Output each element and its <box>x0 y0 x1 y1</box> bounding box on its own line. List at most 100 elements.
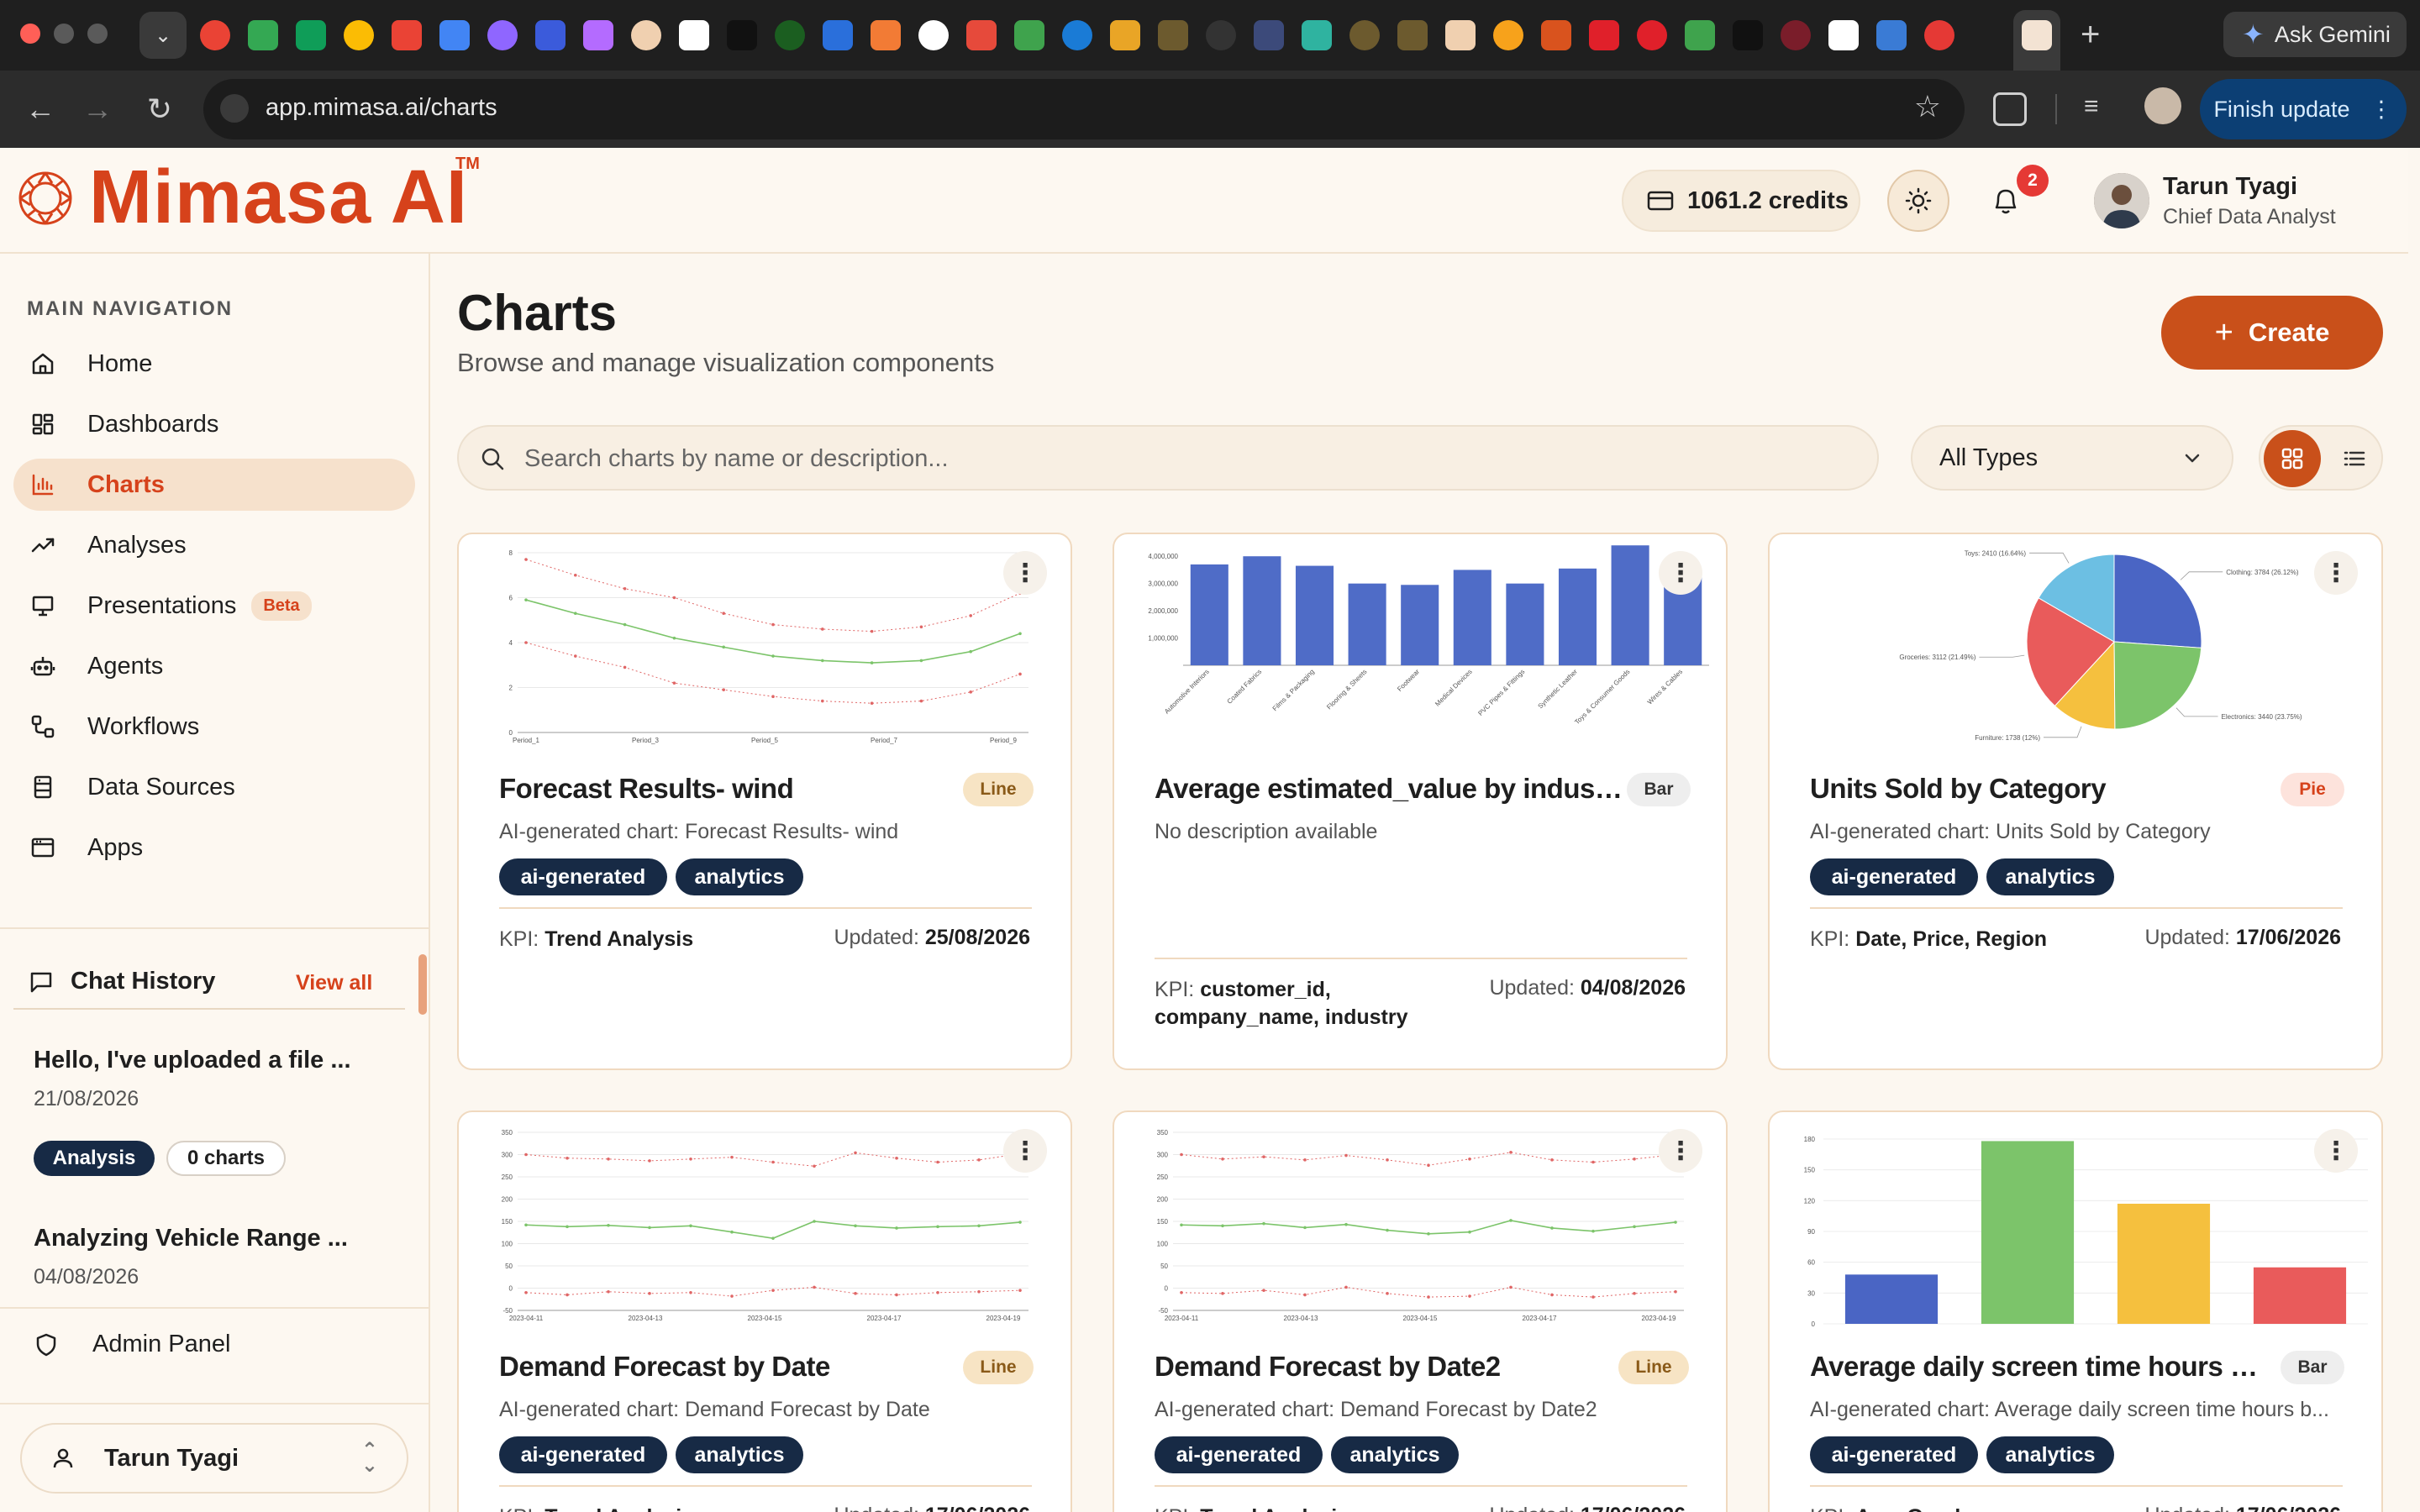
more-options-icon[interactable]: ⋮ <box>1003 551 1047 595</box>
browser-tab-favicon[interactable] <box>1062 20 1092 50</box>
maximize-window-button[interactable] <box>87 24 108 44</box>
url-text[interactable]: app.mimasa.ai/charts <box>266 94 497 122</box>
browser-tab-favicon[interactable] <box>1302 20 1332 50</box>
credits-pill[interactable]: 1061.2 credits <box>1622 170 1860 232</box>
sidebar-scrollbar[interactable] <box>418 954 427 1015</box>
browser-tab-favicon[interactable] <box>1445 20 1476 50</box>
chart-card[interactable]: -50 0 50 100 150 200 250 300 350 2023-04-11 2023-0… <box>457 1110 1072 1512</box>
close-window-button[interactable] <box>20 24 40 44</box>
browser-tab-favicon[interactable] <box>1589 20 1619 50</box>
ask-gemini-button[interactable]: ✦ Ask Gemini <box>2223 12 2407 57</box>
browser-tab-favicon[interactable] <box>248 20 278 50</box>
more-options-icon[interactable]: ⋮ <box>1003 1129 1047 1173</box>
browser-tab-favicon[interactable] <box>1781 20 1811 50</box>
card-title[interactable]: Forecast Results- wind <box>499 773 936 805</box>
browser-tab-favicon[interactable] <box>679 20 709 50</box>
card-title[interactable]: Demand Forecast by Date2 <box>1155 1351 1591 1383</box>
sidebar-item-data-sources[interactable]: Data Sources <box>13 761 415 813</box>
back-arrow-icon[interactable]: ← <box>22 91 59 128</box>
more-options-icon[interactable]: ⋮ <box>2314 551 2358 595</box>
browser-tab-favicon[interactable] <box>535 20 566 50</box>
list-view-button[interactable] <box>2329 430 2380 487</box>
bookmark-star-icon[interactable]: ☆ <box>1914 89 1941 124</box>
browser-tab-favicon[interactable] <box>487 20 518 50</box>
sidebar-item-apps[interactable]: Apps <box>13 822 415 874</box>
user-switcher[interactable]: Tarun Tyagi ⌃ ⌄ <box>20 1423 408 1494</box>
sidebar-item-dashboards[interactable]: Dashboards <box>13 398 415 450</box>
card-title[interactable]: Average estimated_value by industry <box>1155 773 1625 805</box>
browser-tab-favicon[interactable] <box>918 20 949 50</box>
create-chart-button[interactable]: + Create <box>2161 296 2383 370</box>
brand-name[interactable]: Mimasa AI <box>89 155 468 241</box>
minimize-window-button[interactable] <box>54 24 74 44</box>
chart-card[interactable]: 0 30 60 90 120 150 180 ⋮ Average daily screen … <box>1768 1110 2383 1512</box>
browser-tab-favicon[interactable] <box>727 20 757 50</box>
chart-card[interactable]: 1,000,000 2,000,000 3,000,000 4,000,000 Auto… <box>1113 533 1728 1070</box>
sidebar-item-charts[interactable]: Charts <box>13 459 415 511</box>
sidebar-item-analyses[interactable]: Analyses <box>13 519 415 571</box>
browser-tab-favicon[interactable] <box>1876 20 1907 50</box>
browser-tab-favicon[interactable] <box>1637 20 1667 50</box>
browser-tab-favicon[interactable] <box>1206 20 1236 50</box>
browser-tab-favicon[interactable] <box>1014 20 1044 50</box>
type-filter-select[interactable]: All Types <box>1911 425 2233 491</box>
browser-tab-favicon[interactable] <box>439 20 470 50</box>
sidebar-item-home[interactable]: Home <box>13 338 415 390</box>
browser-tab-favicon[interactable] <box>966 20 997 50</box>
extensions-icon[interactable] <box>1993 92 2027 126</box>
grid-view-button[interactable] <box>2264 430 2321 487</box>
browser-tab-favicon[interactable] <box>1397 20 1428 50</box>
browser-tab-favicon[interactable] <box>583 20 613 50</box>
more-options-icon[interactable]: ⋮ <box>1659 551 1702 595</box>
card-title[interactable]: Units Sold by Category <box>1810 773 2247 805</box>
browser-tab-favicon[interactable] <box>1828 20 1859 50</box>
card-title[interactable]: Demand Forecast by Date <box>499 1351 936 1383</box>
reload-icon[interactable]: ↻ <box>141 91 178 128</box>
browser-tab-favicon[interactable] <box>871 20 901 50</box>
browser-tab-favicon[interactable] <box>1254 20 1284 50</box>
new-tab-button[interactable]: + <box>2081 15 2100 54</box>
user-name[interactable]: Tarun Tyagi <box>2163 173 2297 201</box>
plus-icon: + <box>2214 314 2233 350</box>
bar <box>1558 568 1597 665</box>
browser-tab-favicon[interactable] <box>823 20 853 50</box>
chart-card[interactable]: -50 0 50 100 150 200 250 300 350 2023-04-11 2023-0… <box>1113 1110 1728 1512</box>
browser-tab-favicon[interactable] <box>296 20 326 50</box>
browser-tab-favicon[interactable] <box>1685 20 1715 50</box>
chat-item-title[interactable]: Hello, I've uploaded a file ... <box>34 1047 351 1074</box>
browser-tab-favicon[interactable] <box>631 20 661 50</box>
browser-profile-avatar[interactable] <box>2144 87 2181 124</box>
search-input[interactable] <box>524 442 1852 475</box>
browser-tab-favicon[interactable] <box>775 20 805 50</box>
more-options-icon[interactable]: ⋮ <box>2314 1129 2358 1173</box>
slice-leader-line <box>2180 571 2223 580</box>
browser-tab-favicon[interactable] <box>1493 20 1523 50</box>
browser-tab-favicon[interactable] <box>344 20 374 50</box>
more-options-icon[interactable]: ⋮ <box>1659 1129 1702 1173</box>
theme-toggle-button[interactable] <box>1887 170 1949 232</box>
address-bar[interactable]: app.mimasa.ai/charts ☆ <box>203 79 1965 139</box>
browser-tab-favicon[interactable] <box>200 20 230 50</box>
browser-tab-favicon[interactable] <box>1349 20 1380 50</box>
sidebar-item-agents[interactable]: Agents <box>13 640 415 692</box>
site-info-icon[interactable] <box>220 94 249 123</box>
chart-card[interactable]: 0 2 4 6 8 Period_1 Period_3 Period_5 Period_7 Per… <box>457 533 1072 1070</box>
browser-tab-favicon[interactable] <box>1158 20 1188 50</box>
sidebar-item-presentations[interactable]: Presentations Beta <box>13 580 415 632</box>
browser-tab-favicon[interactable] <box>1541 20 1571 50</box>
finish-update-button[interactable]: Finish update ⋮ <box>2200 79 2407 139</box>
chat-item-title[interactable]: Analyzing Vehicle Range ... <box>34 1225 348 1252</box>
chart-card[interactable]: Clothing: 3784 (26.12%) Electronics: 3440… <box>1768 533 2383 1070</box>
browser-tab-favicon[interactable] <box>1110 20 1140 50</box>
admin-panel-link[interactable]: Admin Panel <box>34 1331 230 1358</box>
browser-tab-favicon[interactable] <box>392 20 422 50</box>
browser-tab-favicon[interactable] <box>1924 20 1954 50</box>
reading-list-icon[interactable]: ≡ <box>2084 92 2099 121</box>
browser-tab-favicon[interactable] <box>1733 20 1763 50</box>
view-all-link[interactable]: View all <box>296 971 372 995</box>
forward-arrow-icon[interactable]: → <box>79 91 116 128</box>
card-title[interactable]: Average daily screen time hours by... <box>1810 1351 2264 1383</box>
tab-search-button[interactable]: ⌄ <box>139 12 187 59</box>
user-avatar[interactable] <box>2094 173 2149 228</box>
sidebar-item-workflows[interactable]: Workflows <box>13 701 415 753</box>
